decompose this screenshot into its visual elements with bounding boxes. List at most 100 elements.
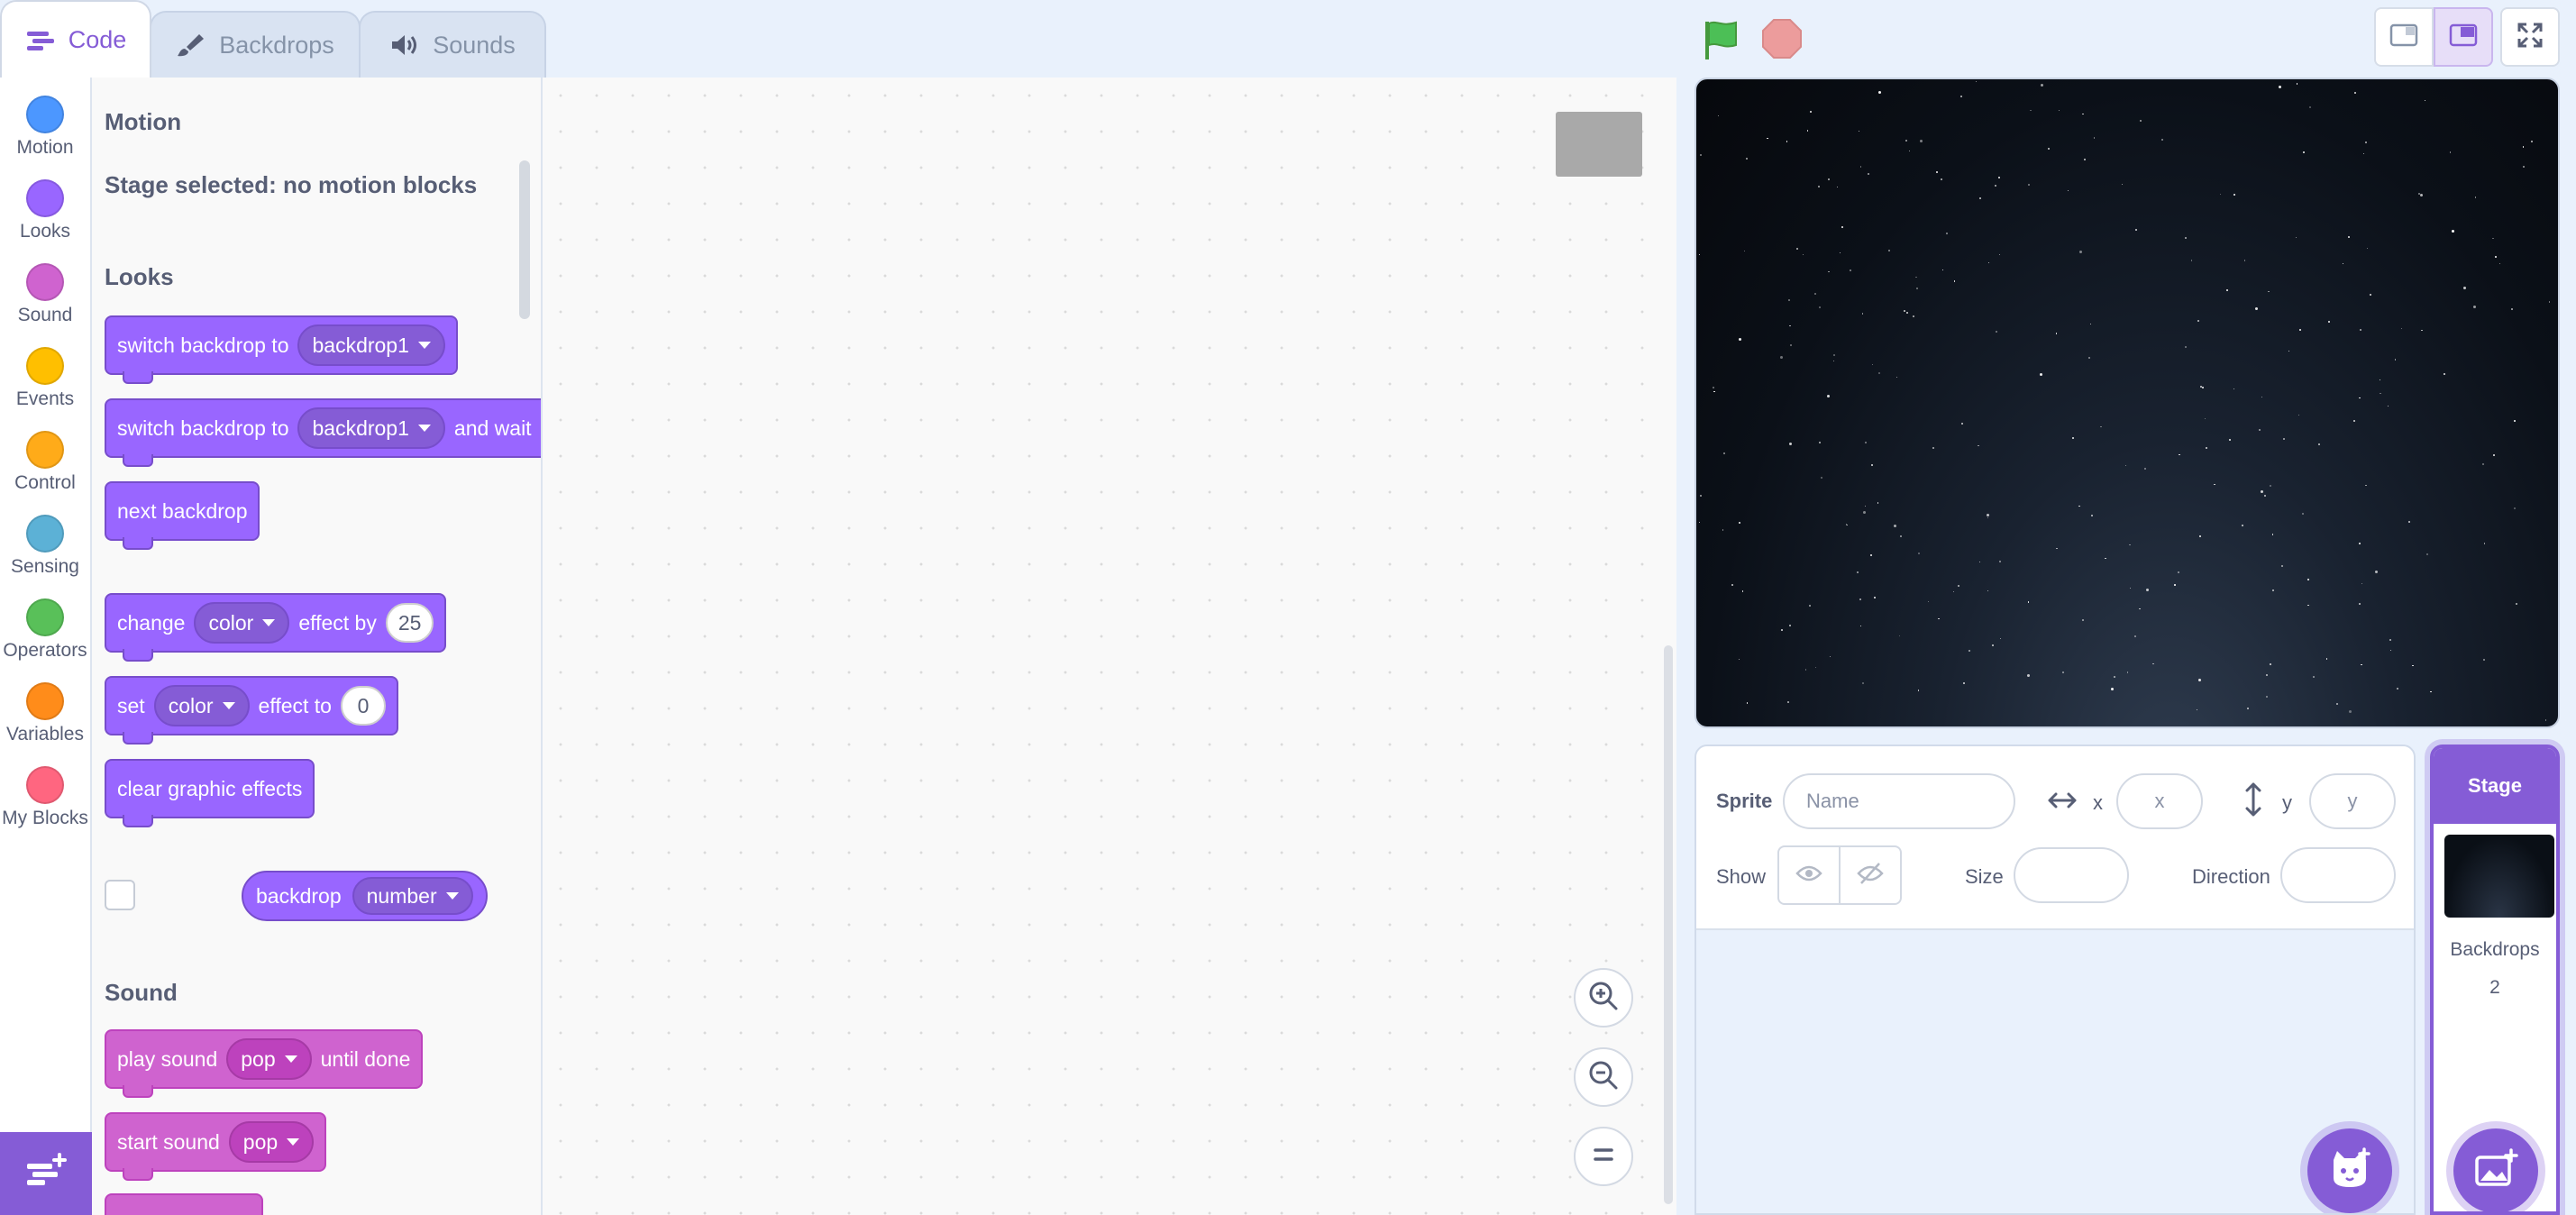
category-events[interactable]: Events bbox=[0, 334, 90, 418]
change-effect-block[interactable]: change color effect by 25 bbox=[105, 593, 447, 662]
stop-button[interactable] bbox=[1761, 18, 1803, 59]
block-text: start sound bbox=[117, 1129, 220, 1154]
switch-backdrop-block[interactable]: switch backdrop to backdrop1 bbox=[105, 315, 458, 384]
category-looks[interactable]: Looks bbox=[0, 167, 90, 251]
star bbox=[2514, 419, 2517, 422]
effect-dropdown[interactable]: color bbox=[153, 685, 250, 726]
backdrop-reporter-block[interactable]: backdrop number bbox=[242, 871, 488, 921]
star bbox=[1828, 271, 1830, 273]
backdrop-dropdown[interactable]: backdrop1 bbox=[297, 407, 445, 449]
green-flag-button[interactable] bbox=[1700, 18, 1743, 61]
y-position-field[interactable]: y bbox=[2309, 773, 2396, 829]
equals-icon bbox=[1587, 1138, 1620, 1175]
star bbox=[1841, 225, 1844, 228]
star bbox=[2420, 194, 2424, 197]
workspace-scrollbar[interactable] bbox=[1664, 645, 1673, 1204]
category-label: My Blocks bbox=[2, 808, 88, 828]
star bbox=[1918, 553, 1921, 555]
small-stage-icon bbox=[2389, 23, 2418, 52]
effect-value-input[interactable]: 0 bbox=[340, 686, 386, 726]
star bbox=[2139, 608, 2141, 610]
sound-dropdown[interactable]: pop bbox=[226, 1038, 312, 1080]
palette-scrollbar[interactable] bbox=[519, 160, 530, 319]
star bbox=[2483, 543, 2485, 544]
block-text: clear graphic effects bbox=[117, 776, 303, 800]
star bbox=[1863, 511, 1867, 515]
star bbox=[1862, 681, 1865, 684]
star bbox=[2268, 291, 2270, 293]
backdrop-property-dropdown[interactable]: number bbox=[352, 877, 473, 915]
star bbox=[2361, 582, 2362, 585]
stop-all-sounds-block-partial[interactable] bbox=[105, 1193, 263, 1215]
backdrop-monitor-checkbox[interactable] bbox=[105, 880, 135, 910]
caret-down-icon bbox=[417, 425, 431, 432]
star bbox=[2047, 148, 2050, 151]
backdrop-dropdown[interactable]: backdrop1 bbox=[297, 324, 445, 366]
fullscreen-button[interactable] bbox=[2500, 7, 2560, 67]
sprite-name-field[interactable]: Name bbox=[1783, 773, 2015, 829]
zoom-reset-button[interactable] bbox=[1574, 1127, 1633, 1186]
star bbox=[1857, 571, 1859, 574]
star bbox=[2544, 719, 2547, 721]
star bbox=[2062, 671, 2065, 673]
stage-canvas[interactable] bbox=[1694, 78, 2560, 728]
star bbox=[2088, 357, 2091, 360]
tab-backdrops[interactable]: Backdrops bbox=[150, 11, 361, 78]
tab-code[interactable]: Code bbox=[0, 0, 151, 78]
category-operators[interactable]: Operators bbox=[0, 586, 90, 670]
direction-field[interactable] bbox=[2280, 847, 2396, 903]
start-sound-block[interactable]: start sound pop bbox=[105, 1112, 327, 1181]
dropdown-value: color bbox=[208, 610, 254, 635]
x-position-field[interactable]: x bbox=[2116, 773, 2203, 829]
normal-stage-button[interactable] bbox=[2434, 7, 2493, 67]
small-stage-button[interactable] bbox=[2374, 7, 2434, 67]
star bbox=[1795, 248, 1798, 250]
block-text: backdrop bbox=[256, 883, 342, 908]
star bbox=[2295, 236, 2297, 239]
script-workspace[interactable] bbox=[543, 78, 1676, 1215]
show-sprite-button[interactable] bbox=[1779, 847, 1839, 903]
show-label: Show bbox=[1716, 865, 1767, 888]
add-extension-button[interactable] bbox=[0, 1132, 92, 1215]
star bbox=[1738, 522, 1740, 525]
sound-dropdown[interactable]: pop bbox=[228, 1121, 315, 1163]
choose-backdrop-button[interactable] bbox=[2453, 1128, 2538, 1213]
star bbox=[2214, 483, 2215, 486]
star bbox=[2081, 618, 2084, 621]
effect-dropdown[interactable]: color bbox=[194, 602, 290, 644]
star bbox=[2198, 678, 2202, 681]
tab-sounds[interactable]: Sounds bbox=[359, 11, 546, 78]
star bbox=[1810, 110, 1813, 113]
motion-empty-note: Stage selected: no motion blocks bbox=[105, 171, 478, 198]
stage-backdrop-thumbnail[interactable] bbox=[2444, 835, 2554, 918]
star bbox=[2225, 289, 2228, 292]
set-effect-block[interactable]: set color effect to 0 bbox=[105, 676, 398, 745]
star bbox=[2233, 193, 2236, 196]
star bbox=[1952, 590, 1955, 592]
category-variables[interactable]: Variables bbox=[0, 670, 90, 754]
size-field[interactable] bbox=[2014, 847, 2129, 903]
effect-amount-input[interactable]: 25 bbox=[385, 603, 434, 643]
star bbox=[1998, 253, 2000, 255]
category-my-blocks[interactable]: My Blocks bbox=[0, 754, 90, 837]
next-backdrop-block[interactable]: next backdrop bbox=[105, 481, 260, 550]
block-text: until done bbox=[320, 1046, 411, 1071]
switch-backdrop-and-wait-block[interactable]: switch backdrop to backdrop1 and wait bbox=[105, 398, 541, 467]
star bbox=[1788, 443, 1792, 446]
clear-graphic-effects-block[interactable]: clear graphic effects bbox=[105, 759, 315, 827]
choose-sprite-button[interactable] bbox=[2307, 1128, 2392, 1213]
star bbox=[1803, 253, 1804, 256]
hide-sprite-button[interactable] bbox=[1839, 847, 1900, 903]
category-menu: Motion Looks Sound Events Control Sensin… bbox=[0, 78, 92, 1215]
category-motion[interactable]: Motion bbox=[0, 83, 90, 167]
play-sound-until-done-block[interactable]: play sound pop until done bbox=[105, 1029, 424, 1098]
star bbox=[1913, 315, 1914, 317]
star bbox=[1806, 130, 1809, 132]
star bbox=[1767, 138, 1768, 140]
eye-icon bbox=[1795, 863, 1822, 888]
zoom-in-button[interactable] bbox=[1574, 968, 1633, 1028]
category-control[interactable]: Control bbox=[0, 418, 90, 502]
category-sound[interactable]: Sound bbox=[0, 251, 90, 334]
category-sensing[interactable]: Sensing bbox=[0, 502, 90, 586]
zoom-out-button[interactable] bbox=[1574, 1047, 1633, 1107]
